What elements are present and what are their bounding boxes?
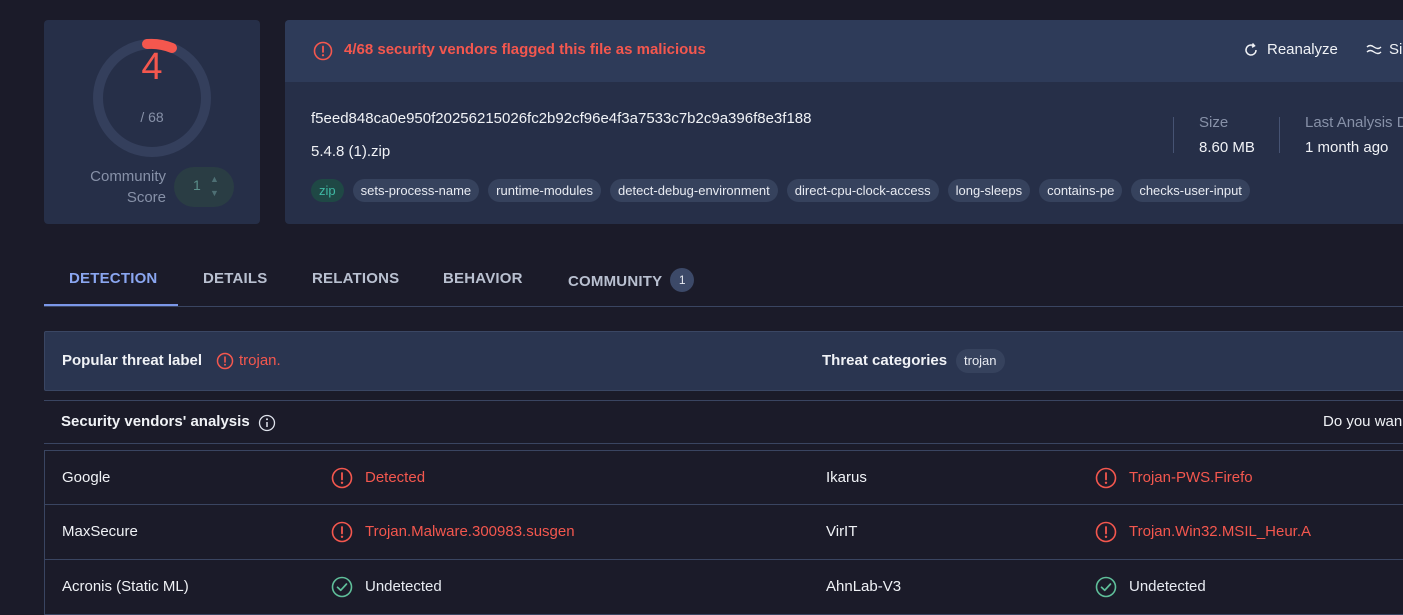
community-score-label: Community Score bbox=[90, 168, 166, 206]
size-label: Size bbox=[1199, 114, 1229, 131]
tab-behavior-label: BEHAVIOR bbox=[443, 270, 523, 287]
alert-circle-icon bbox=[331, 467, 353, 489]
alert-circle-icon bbox=[1095, 521, 1117, 543]
tab-relations[interactable]: RELATIONS bbox=[312, 270, 399, 287]
tab-community[interactable]: COMMUNITY 1 bbox=[568, 268, 695, 294]
vendor-result[interactable]: Trojan.Win32.MSIL_Heur.A bbox=[1129, 523, 1311, 540]
reanalyze-button[interactable]: Reanalyze bbox=[1243, 41, 1338, 58]
community-score-widget[interactable]: 1 ▲ ▼ bbox=[174, 167, 234, 207]
vote-down-icon[interactable]: ▼ bbox=[210, 189, 219, 198]
popular-threat-label-value[interactable]: trojan. bbox=[239, 352, 281, 369]
community-score-value: 1 bbox=[193, 177, 201, 193]
file-tag[interactable]: zip bbox=[311, 179, 344, 202]
refresh-icon bbox=[1245, 42, 1257, 56]
vendor-name: Ikarus bbox=[826, 469, 867, 486]
similar-button[interactable]: Si bbox=[1366, 41, 1402, 58]
file-tag[interactable]: runtime-modules bbox=[488, 179, 601, 202]
tab-community-label: COMMUNITY bbox=[568, 272, 663, 290]
vendor-result[interactable]: Trojan-PWS.Firefo bbox=[1129, 469, 1253, 486]
vendor-result: Undetected bbox=[365, 578, 442, 595]
vendor-name: MaxSecure bbox=[62, 523, 138, 540]
file-hash[interactable]: f5eed848ca0e950f20256215026fc2b92cf96e4f… bbox=[311, 110, 811, 127]
file-tag[interactable]: sets-process-name bbox=[352, 179, 480, 202]
alert-circle-icon bbox=[331, 521, 353, 543]
tab-detection-label: DETECTION bbox=[69, 270, 158, 287]
tab-behavior[interactable]: BEHAVIOR bbox=[443, 270, 523, 287]
threat-categories-title: Threat categories bbox=[822, 352, 948, 369]
size-value: 8.60 MB bbox=[1199, 139, 1255, 156]
vendors-table: Google Detected Ikarus Trojan-PWS.Firefo Max… bbox=[44, 450, 1403, 615]
similar-icon bbox=[1366, 44, 1382, 54]
community-count-badge: 1 bbox=[670, 268, 695, 292]
popular-threat-label-title: Popular threat label bbox=[62, 352, 203, 369]
vendor-row: MaxSecure Trojan.Malware.300983.susgen Vir… bbox=[45, 505, 1403, 560]
check-circle-icon bbox=[1095, 576, 1117, 598]
tab-details[interactable]: DETAILS bbox=[203, 270, 267, 287]
vendor-result: Undetected bbox=[1129, 578, 1206, 595]
check-circle-icon bbox=[331, 576, 353, 598]
detection-score-card: 4 / 68 Community Score 1 ▲ ▼ bbox=[44, 20, 260, 224]
file-tag[interactable]: contains-pe bbox=[1039, 179, 1123, 202]
file-tag[interactable]: detect-debug-environment bbox=[610, 179, 778, 202]
last-analysis-label: Last Analysis D bbox=[1305, 114, 1403, 131]
file-tag[interactable]: checks-user-input bbox=[1131, 179, 1250, 202]
reanalyze-label: Reanalyze bbox=[1267, 41, 1338, 58]
alert-circle-icon bbox=[1095, 467, 1117, 489]
alert-circle-icon bbox=[313, 41, 333, 61]
threat-category-tag[interactable]: trojan bbox=[956, 349, 1005, 373]
vendor-row: Acronis (Static ML) Undetected AhnLab-V3 Un… bbox=[45, 560, 1403, 615]
detections-count: 4 bbox=[141, 46, 163, 88]
tab-bar: DETECTION DETAILS RELATIONS BEHAVIOR COM… bbox=[44, 265, 1403, 307]
last-analysis-value: 1 month ago bbox=[1305, 139, 1389, 156]
vote-up-icon[interactable]: ▲ bbox=[210, 175, 219, 184]
info-icon[interactable] bbox=[258, 414, 276, 432]
vendor-name: Google bbox=[62, 469, 111, 486]
vendors-cta-text[interactable]: Do you wan bbox=[1323, 413, 1402, 430]
malicious-alert-text: 4/68 security vendors flagged this file … bbox=[344, 41, 706, 58]
vendor-name: VirIT bbox=[826, 523, 858, 540]
alert-circle-icon bbox=[216, 352, 234, 370]
vendors-header: Security vendors' analysis Do you wan bbox=[44, 400, 1403, 444]
file-tag[interactable]: long-sleeps bbox=[947, 179, 1031, 202]
meta-divider bbox=[1279, 117, 1280, 153]
vendor-name: AhnLab-V3 bbox=[826, 578, 902, 595]
meta-divider bbox=[1173, 117, 1174, 153]
file-name: 5.4.8 (1).zip bbox=[311, 143, 391, 160]
file-tags: zip sets-process-name runtime-modules detec… bbox=[311, 179, 1259, 202]
vendors-title: Security vendors' analysis bbox=[61, 413, 250, 430]
vendor-result[interactable]: Detected bbox=[365, 469, 425, 486]
vendor-result[interactable]: Trojan.Malware.300983.susgen bbox=[365, 523, 575, 540]
total-engines: / 68 bbox=[140, 109, 164, 125]
tab-relations-label: RELATIONS bbox=[312, 270, 400, 287]
malicious-alert-bar: 4/68 security vendors flagged this file … bbox=[285, 20, 1403, 82]
vendor-row: Google Detected Ikarus Trojan-PWS.Firefo bbox=[45, 450, 1403, 505]
file-info-card: 4/68 security vendors flagged this file … bbox=[285, 20, 1403, 224]
file-tag[interactable]: direct-cpu-clock-access bbox=[786, 179, 939, 202]
similar-label: Si bbox=[1389, 41, 1403, 58]
vendor-name: Acronis (Static ML) bbox=[62, 578, 189, 595]
tab-details-label: DETAILS bbox=[203, 270, 268, 287]
tab-bar-divider bbox=[44, 306, 1403, 307]
tab-detection[interactable]: DETECTION bbox=[69, 270, 157, 287]
threat-label-box: Popular threat label trojan. Threat cate… bbox=[44, 331, 1403, 391]
